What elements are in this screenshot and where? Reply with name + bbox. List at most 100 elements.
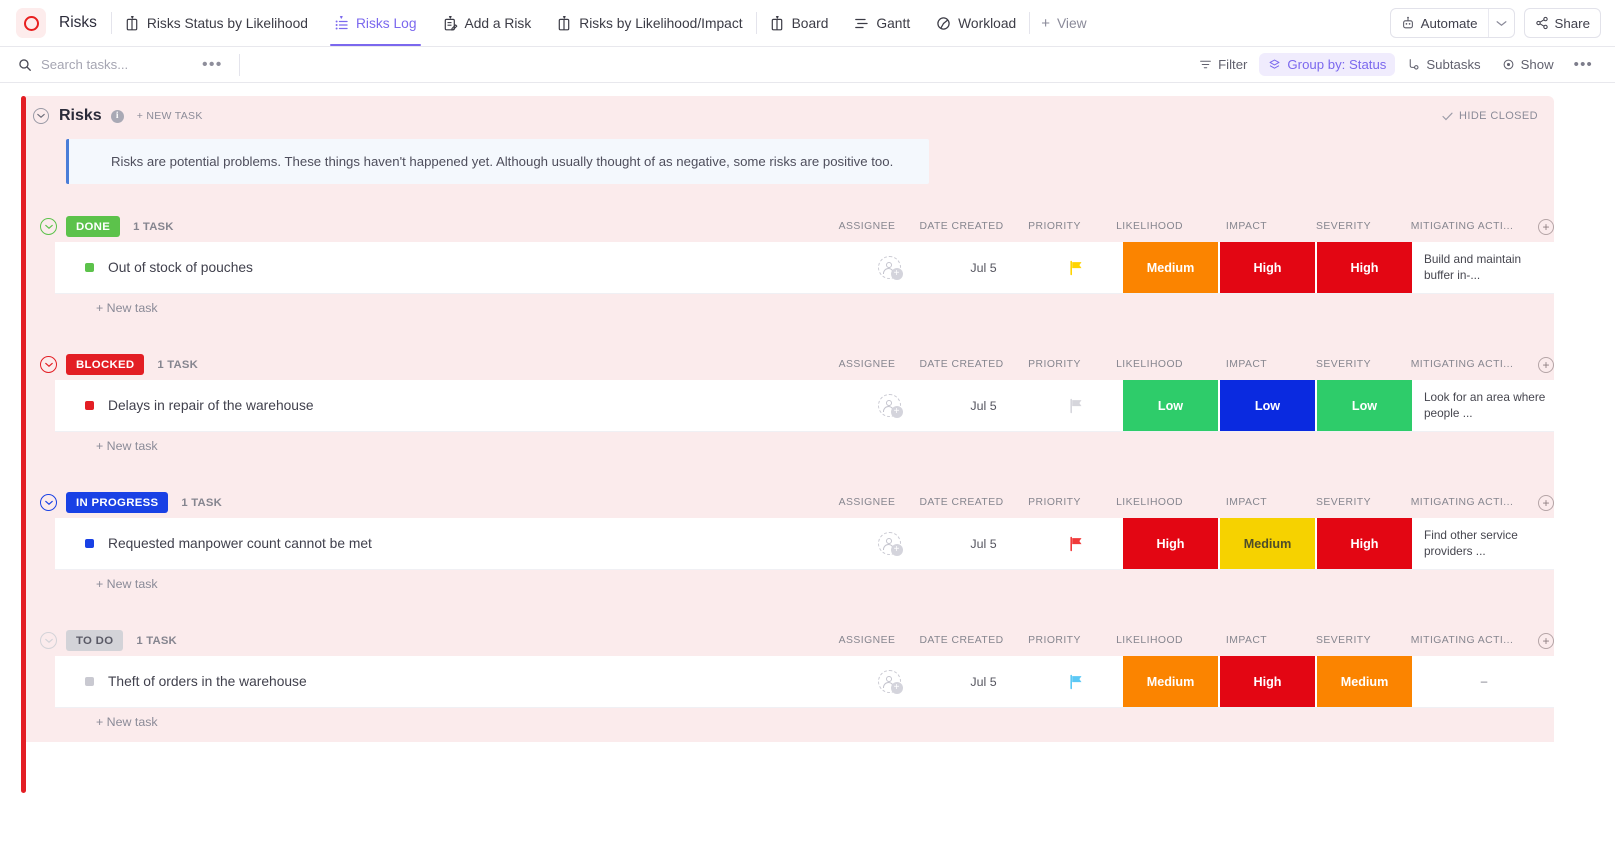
cell-date-created[interactable]: Jul 5 bbox=[937, 518, 1030, 569]
tab-label: Risks Status by Likelihood bbox=[146, 15, 308, 31]
status-badge[interactable]: BLOCKED bbox=[66, 354, 145, 375]
show-button[interactable]: Show bbox=[1493, 53, 1563, 76]
cell-task-name[interactable]: Requested manpower count cannot be met bbox=[55, 518, 841, 569]
cell-date-created[interactable]: Jul 5 bbox=[937, 380, 1030, 431]
tab-gantt[interactable]: Gantt bbox=[841, 0, 923, 46]
cell-severity[interactable]: Medium bbox=[1317, 656, 1414, 707]
add-assignee-icon[interactable]: + bbox=[877, 532, 903, 556]
new-task-button[interactable]: + New task bbox=[55, 570, 1554, 598]
toolbar-overflow-button[interactable]: ••• bbox=[1566, 57, 1601, 72]
cell-task-name[interactable]: Theft of orders in the warehouse bbox=[55, 656, 841, 707]
cell-task-name[interactable]: Delays in repair of the warehouse bbox=[55, 380, 841, 431]
status-badge[interactable]: DONE bbox=[66, 216, 121, 237]
status-square-icon[interactable] bbox=[85, 677, 94, 686]
tab-risks-status-by-likelihood[interactable]: Risks Status by Likelihood bbox=[112, 0, 321, 46]
filter-button[interactable]: Filter bbox=[1190, 53, 1256, 76]
clickup-logo[interactable] bbox=[16, 8, 46, 38]
cell-mitigating-action[interactable]: Build and maintain buffer in-... bbox=[1414, 242, 1554, 293]
cell-assignee[interactable]: + bbox=[841, 380, 937, 431]
chevron-down-icon bbox=[44, 638, 53, 643]
status-group-header: TO DO 1 TASK ASSIGNEE DATE CREATED PRIORITY L… bbox=[21, 625, 1554, 656]
add-column-button[interactable]: + bbox=[1538, 356, 1554, 373]
automate-button-main[interactable]: Automate bbox=[1391, 9, 1488, 37]
info-icon[interactable]: i bbox=[110, 109, 124, 123]
cell-mitigating-action[interactable]: Look for an area where people ... bbox=[1414, 380, 1554, 431]
table-row[interactable]: Out of stock of pouches + Jul 5 Medium High H… bbox=[55, 242, 1554, 294]
cell-impact[interactable]: Medium bbox=[1220, 518, 1317, 569]
tab-risks-log[interactable]: Risks Log bbox=[321, 0, 430, 46]
cell-assignee[interactable]: + bbox=[841, 518, 937, 569]
cell-priority[interactable] bbox=[1030, 518, 1123, 569]
hide-closed-toggle[interactable]: HIDE CLOSED bbox=[1442, 110, 1538, 122]
cell-likelihood[interactable]: High bbox=[1123, 518, 1220, 569]
search-container bbox=[18, 57, 194, 72]
tab-label: Risks by Likelihood/Impact bbox=[579, 15, 743, 31]
cell-priority[interactable] bbox=[1030, 242, 1123, 293]
impact-value: Medium bbox=[1243, 536, 1292, 551]
status-badge[interactable]: TO DO bbox=[66, 630, 124, 651]
cell-mitigating-action[interactable]: Find other service providers ... bbox=[1414, 518, 1554, 569]
collapse-panel-toggle[interactable] bbox=[33, 108, 49, 124]
toolbar-more-button[interactable]: ••• bbox=[194, 56, 231, 72]
column-headers: ASSIGNEE DATE CREATED PRIORITY LIKELIHOOD IM… bbox=[819, 349, 1554, 380]
group-by-button[interactable]: Group by: Status bbox=[1259, 53, 1396, 76]
add-view-button[interactable]: + View bbox=[1030, 0, 1099, 46]
add-column-button[interactable]: + bbox=[1538, 218, 1554, 235]
add-assignee-icon[interactable]: + bbox=[877, 256, 903, 280]
column-header-impact: IMPACT bbox=[1225, 635, 1268, 646]
add-column-button[interactable]: + bbox=[1538, 632, 1554, 649]
collapse-group-toggle[interactable] bbox=[40, 632, 57, 649]
list-accent-bar bbox=[21, 96, 26, 793]
table-row[interactable]: Theft of orders in the warehouse + Jul 5 Me… bbox=[55, 656, 1554, 708]
automate-button[interactable]: Automate bbox=[1389, 8, 1515, 38]
status-square-icon[interactable] bbox=[85, 401, 94, 410]
tab-risks-by-likelihood-impact[interactable]: Risks by Likelihood/Impact bbox=[544, 0, 755, 46]
table-row[interactable]: Requested manpower count cannot be met + J… bbox=[55, 518, 1554, 570]
cell-impact[interactable]: Low bbox=[1220, 380, 1317, 431]
tab-workload[interactable]: Workload bbox=[923, 0, 1029, 46]
cell-task-name[interactable]: Out of stock of pouches bbox=[55, 242, 841, 293]
cell-assignee[interactable]: + bbox=[841, 656, 937, 707]
workload-icon bbox=[936, 16, 951, 31]
column-header-severity: SEVERITY bbox=[1316, 635, 1371, 646]
share-button[interactable]: Share bbox=[1523, 8, 1601, 38]
cell-severity[interactable]: High bbox=[1317, 242, 1414, 293]
cell-priority[interactable] bbox=[1030, 380, 1123, 431]
new-task-button[interactable]: + New task bbox=[55, 294, 1554, 322]
new-task-header-button[interactable]: + NEW TASK bbox=[137, 110, 203, 122]
new-task-button[interactable]: + New task bbox=[55, 708, 1554, 736]
cell-likelihood[interactable]: Medium bbox=[1123, 656, 1220, 707]
automate-dropdown-toggle[interactable] bbox=[1487, 9, 1514, 37]
column-header-likelihood: LIKELIHOOD bbox=[1116, 635, 1183, 646]
cell-severity[interactable]: High bbox=[1317, 518, 1414, 569]
table-row[interactable]: Delays in repair of the warehouse + Jul 5 L… bbox=[55, 380, 1554, 432]
status-square-icon[interactable] bbox=[85, 539, 94, 548]
add-assignee-icon[interactable]: + bbox=[877, 394, 903, 418]
new-task-button[interactable]: + New task bbox=[55, 432, 1554, 460]
collapse-group-toggle[interactable] bbox=[40, 356, 57, 373]
add-assignee-icon[interactable]: + bbox=[877, 670, 903, 694]
status-square-icon[interactable] bbox=[85, 263, 94, 272]
cell-date-created[interactable]: Jul 5 bbox=[937, 656, 1030, 707]
cell-mitigating-action[interactable]: – bbox=[1414, 656, 1554, 707]
status-badge[interactable]: IN PROGRESS bbox=[66, 492, 169, 513]
add-column-button[interactable]: + bbox=[1538, 494, 1554, 511]
cell-likelihood[interactable]: Medium bbox=[1123, 242, 1220, 293]
task-title: Theft of orders in the warehouse bbox=[108, 674, 307, 689]
cell-impact[interactable]: High bbox=[1220, 242, 1317, 293]
column-header-mitigating: MITIGATING ACTI... bbox=[1410, 221, 1514, 232]
collapse-group-toggle[interactable] bbox=[40, 218, 57, 235]
cell-date-created[interactable]: Jul 5 bbox=[937, 242, 1030, 293]
eye-icon bbox=[1503, 59, 1514, 70]
tab-add-a-risk[interactable]: Add a Risk bbox=[430, 0, 545, 46]
cell-severity[interactable]: Low bbox=[1317, 380, 1414, 431]
tab-board[interactable]: Board bbox=[757, 0, 842, 46]
cell-likelihood[interactable]: Low bbox=[1123, 380, 1220, 431]
cell-priority[interactable] bbox=[1030, 656, 1123, 707]
share-button-main[interactable]: Share bbox=[1525, 9, 1600, 37]
collapse-group-toggle[interactable] bbox=[40, 494, 57, 511]
cell-impact[interactable]: High bbox=[1220, 656, 1317, 707]
subtasks-button[interactable]: Subtasks bbox=[1398, 53, 1489, 76]
cell-assignee[interactable]: + bbox=[841, 242, 937, 293]
search-input[interactable] bbox=[41, 57, 181, 72]
